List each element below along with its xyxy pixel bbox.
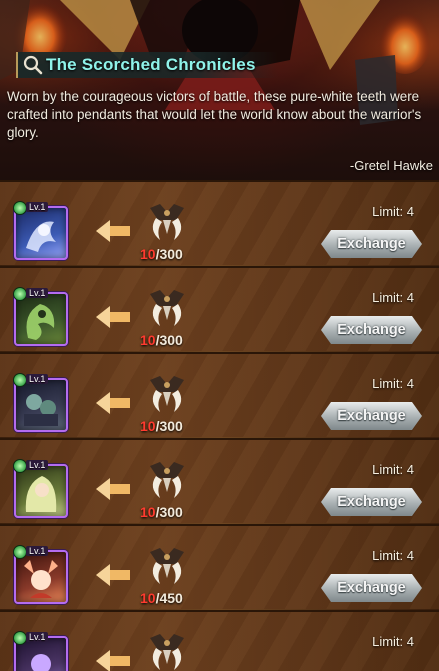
hero-art bbox=[25, 476, 57, 512]
faction-icon bbox=[13, 545, 27, 559]
hero-art bbox=[24, 394, 58, 426]
arrow-left-icon bbox=[96, 220, 130, 242]
arrow-left-icon bbox=[96, 392, 130, 414]
exchange-row: Lv.1 10/300 Limit: 4 Exchange bbox=[0, 438, 439, 526]
fang-pendant-icon bbox=[150, 376, 184, 412]
fang-pendant-icon bbox=[150, 548, 184, 584]
arrow-left-icon bbox=[96, 564, 130, 586]
hero-level: Lv.1 bbox=[26, 460, 49, 470]
material-count: 10/300 bbox=[140, 504, 183, 520]
lore-header: The Scorched Chronicles Worn by the cour… bbox=[0, 0, 439, 180]
exchange-button-label: Exchange bbox=[337, 236, 406, 252]
limit-label: Limit: 4 bbox=[372, 204, 414, 219]
limit-label: Limit: 4 bbox=[372, 548, 414, 563]
limit-label: Limit: 4 bbox=[372, 462, 414, 477]
exchange-button-label: Exchange bbox=[337, 408, 406, 424]
exchange-row: Lv.1 10/300 Limit: 4 Exchange bbox=[0, 352, 439, 440]
exchange-button[interactable]: Exchange bbox=[321, 230, 422, 258]
hero-art bbox=[26, 221, 56, 252]
faction-icon bbox=[13, 201, 27, 215]
exchange-button-label: Exchange bbox=[337, 322, 406, 338]
material-count: 10/300 bbox=[140, 332, 183, 348]
exchange-row: Lv.1 Limit: 4 bbox=[0, 610, 439, 671]
exchange-button[interactable]: Exchange bbox=[321, 316, 422, 344]
faction-icon bbox=[13, 287, 27, 301]
faction-icon bbox=[13, 373, 27, 387]
exchange-row: Lv.1 10/300 Limit: 4 Exchange bbox=[0, 180, 439, 268]
exchange-button-label: Exchange bbox=[337, 580, 406, 596]
limit-label: Limit: 4 bbox=[372, 634, 414, 649]
magnifier-icon[interactable] bbox=[22, 54, 44, 76]
exchange-list[interactable]: Lv.1 10/300 Limit: 4 Exchange Lv.1 10/30… bbox=[0, 180, 439, 671]
hero-level: Lv.1 bbox=[26, 202, 49, 212]
arrow-left-icon bbox=[96, 306, 130, 328]
hero-art bbox=[24, 560, 58, 598]
limit-label: Limit: 4 bbox=[372, 290, 414, 305]
fang-pendant-icon bbox=[150, 634, 184, 670]
faction-icon bbox=[13, 459, 27, 473]
page-title: The Scorched Chronicles bbox=[46, 55, 256, 74]
limit-label: Limit: 4 bbox=[372, 376, 414, 391]
material-count: 10/300 bbox=[140, 246, 183, 262]
fang-pendant-icon bbox=[150, 204, 184, 240]
material-count: 10/450 bbox=[140, 590, 183, 606]
faction-icon bbox=[13, 631, 27, 645]
arrow-left-icon bbox=[96, 478, 130, 500]
hero-art bbox=[26, 304, 55, 340]
hero-level: Lv.1 bbox=[26, 288, 49, 298]
exchange-row: Lv.1 10/450 Limit: 4 Exchange bbox=[0, 524, 439, 612]
lore-author: -Gretel Hawke bbox=[349, 158, 433, 173]
hero-level: Lv.1 bbox=[26, 632, 49, 642]
exchange-button[interactable]: Exchange bbox=[321, 574, 422, 602]
fang-pendant-icon bbox=[150, 290, 184, 326]
fang-pendant-icon bbox=[150, 462, 184, 498]
hero-level: Lv.1 bbox=[26, 546, 49, 556]
exchange-button-label: Exchange bbox=[337, 494, 406, 510]
exchange-row: Lv.1 10/300 Limit: 4 Exchange bbox=[0, 266, 439, 354]
exchange-button[interactable]: Exchange bbox=[321, 488, 422, 516]
material-count: 10/300 bbox=[140, 418, 183, 434]
arrow-left-icon bbox=[96, 650, 130, 671]
lore-text: Worn by the courageous victors of battle… bbox=[7, 89, 422, 140]
hero-level: Lv.1 bbox=[26, 374, 49, 384]
exchange-button[interactable]: Exchange bbox=[321, 402, 422, 430]
